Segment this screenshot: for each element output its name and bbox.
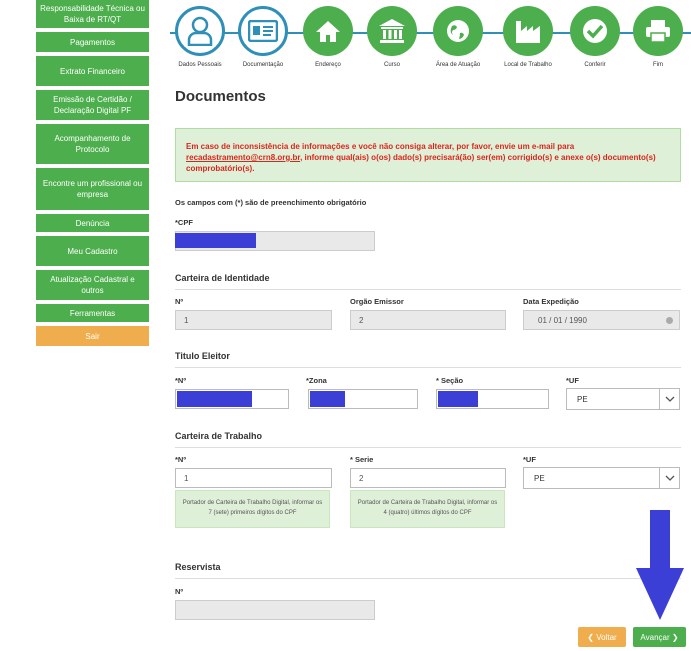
page-title: Documentos — [175, 88, 266, 105]
ctps-serie-input[interactable]: 2 — [350, 468, 506, 488]
reservista-numero-input[interactable] — [175, 600, 375, 620]
step-local-trabalho[interactable]: Local de Trabalho — [498, 6, 558, 68]
step-documentacao[interactable]: Documentação — [233, 6, 293, 68]
person-icon — [175, 6, 225, 56]
sidebar-item-emissao-certidao[interactable]: Emissão de Certidão / Declaração Digital… — [36, 90, 149, 120]
data-expedicao-label: Data Expedição — [523, 297, 579, 306]
rg-numero-input[interactable]: 1 — [175, 310, 332, 330]
sidebar: Responsabilidade Técnica ou Baixa de RT/… — [36, 0, 149, 350]
reservista-numero-label: Nº — [175, 587, 184, 596]
step-conferir[interactable]: Conferir — [565, 6, 625, 68]
step-curso[interactable]: Curso — [362, 6, 422, 68]
sidebar-item-sair[interactable]: Sair — [36, 326, 149, 346]
ctps-serie-label: * Serie — [350, 455, 374, 464]
globe-icon — [433, 6, 483, 56]
sidebar-item-ferramentas[interactable]: Ferramentas — [36, 304, 149, 322]
sidebar-item-encontre-profissional[interactable]: Encontre um profissional ou empresa — [36, 168, 149, 210]
arrow-down-icon — [636, 510, 684, 620]
section-titulo-eleitor: Titulo Eleitor — [175, 351, 681, 368]
section-carteira-trabalho: Carteira de Trabalho — [175, 431, 681, 448]
factory-icon — [503, 6, 553, 56]
printer-icon — [633, 6, 683, 56]
avancar-button[interactable]: Avançar ❯ — [633, 627, 686, 647]
section-carteira-identidade: Carteira de Identidade — [175, 273, 681, 290]
orgao-emissor-label: Orgão Emissor — [350, 297, 404, 306]
titulo-numero-redaction — [177, 391, 252, 407]
step-fim[interactable]: Fim — [628, 6, 688, 68]
sidebar-item-denuncia[interactable]: Denúncia — [36, 214, 149, 232]
zona-redaction — [310, 391, 345, 407]
sidebar-item-meu-cadastro[interactable]: Meu Cadastro — [36, 236, 149, 266]
sidebar-item-extrato-financeiro[interactable]: Extrato Financeiro — [36, 56, 149, 86]
home-icon — [303, 6, 353, 56]
step-area-atuacao[interactable]: Área de Atuação — [428, 6, 488, 68]
cpf-label: *CPF — [175, 218, 193, 227]
step-endereco[interactable]: Endereço — [298, 6, 358, 68]
progress-stepper: Dados Pessoais Documentação Endereço Cur… — [170, 2, 691, 72]
voltar-button[interactable]: ❮ Voltar — [578, 627, 626, 647]
ctps-numero-input[interactable]: 1 — [175, 468, 332, 488]
data-expedicao-input[interactable]: 01 / 01 / 1990 — [523, 310, 680, 330]
rg-numero-label: Nº — [175, 297, 184, 306]
chevron-down-icon — [659, 468, 679, 488]
clear-date-icon[interactable] — [666, 317, 673, 324]
id-card-icon — [238, 6, 288, 56]
step-dados-pessoais[interactable]: Dados Pessoais — [170, 6, 230, 68]
email-link[interactable]: recadastramento@crn8.org.br — [186, 153, 300, 162]
titulo-uf-select[interactable]: PE — [566, 388, 680, 410]
section-reservista: Reservista — [175, 562, 681, 579]
cpf-redaction — [175, 233, 256, 248]
ctps-uf-select[interactable]: PE — [523, 467, 680, 489]
required-note: Os campos com (*) são de preenchimento o… — [175, 198, 367, 207]
sidebar-item-atualizacao-cadastral[interactable]: Atualização Cadastral e outros — [36, 270, 149, 300]
ctps-uf-label: *UF — [523, 455, 536, 464]
university-icon — [367, 6, 417, 56]
sidebar-item-responsabilidade-tecnica[interactable]: Responsabilidade Técnica ou Baixa de RT/… — [36, 0, 149, 28]
sidebar-item-acompanhamento-protocolo[interactable]: Acompanhamento de Protocolo — [36, 124, 149, 164]
titulo-uf-label: *UF — [566, 376, 579, 385]
secao-redaction — [438, 391, 478, 407]
sidebar-item-pagamentos[interactable]: Pagamentos — [36, 32, 149, 52]
zona-label: *Zona — [306, 376, 327, 385]
alert-inconsistencia: Em caso de inconsistência de informações… — [175, 128, 681, 182]
secao-label: * Seção — [436, 376, 464, 385]
check-icon — [570, 6, 620, 56]
orgao-emissor-input[interactable]: 2 — [350, 310, 506, 330]
ctps-serie-hint: Portador de Carteira de Trabalho Digital… — [350, 490, 505, 528]
ctps-numero-hint: Portador de Carteira de Trabalho Digital… — [175, 490, 330, 528]
titulo-numero-label: *Nº — [175, 376, 187, 385]
chevron-down-icon — [659, 389, 679, 409]
ctps-numero-label: *Nº — [175, 455, 187, 464]
